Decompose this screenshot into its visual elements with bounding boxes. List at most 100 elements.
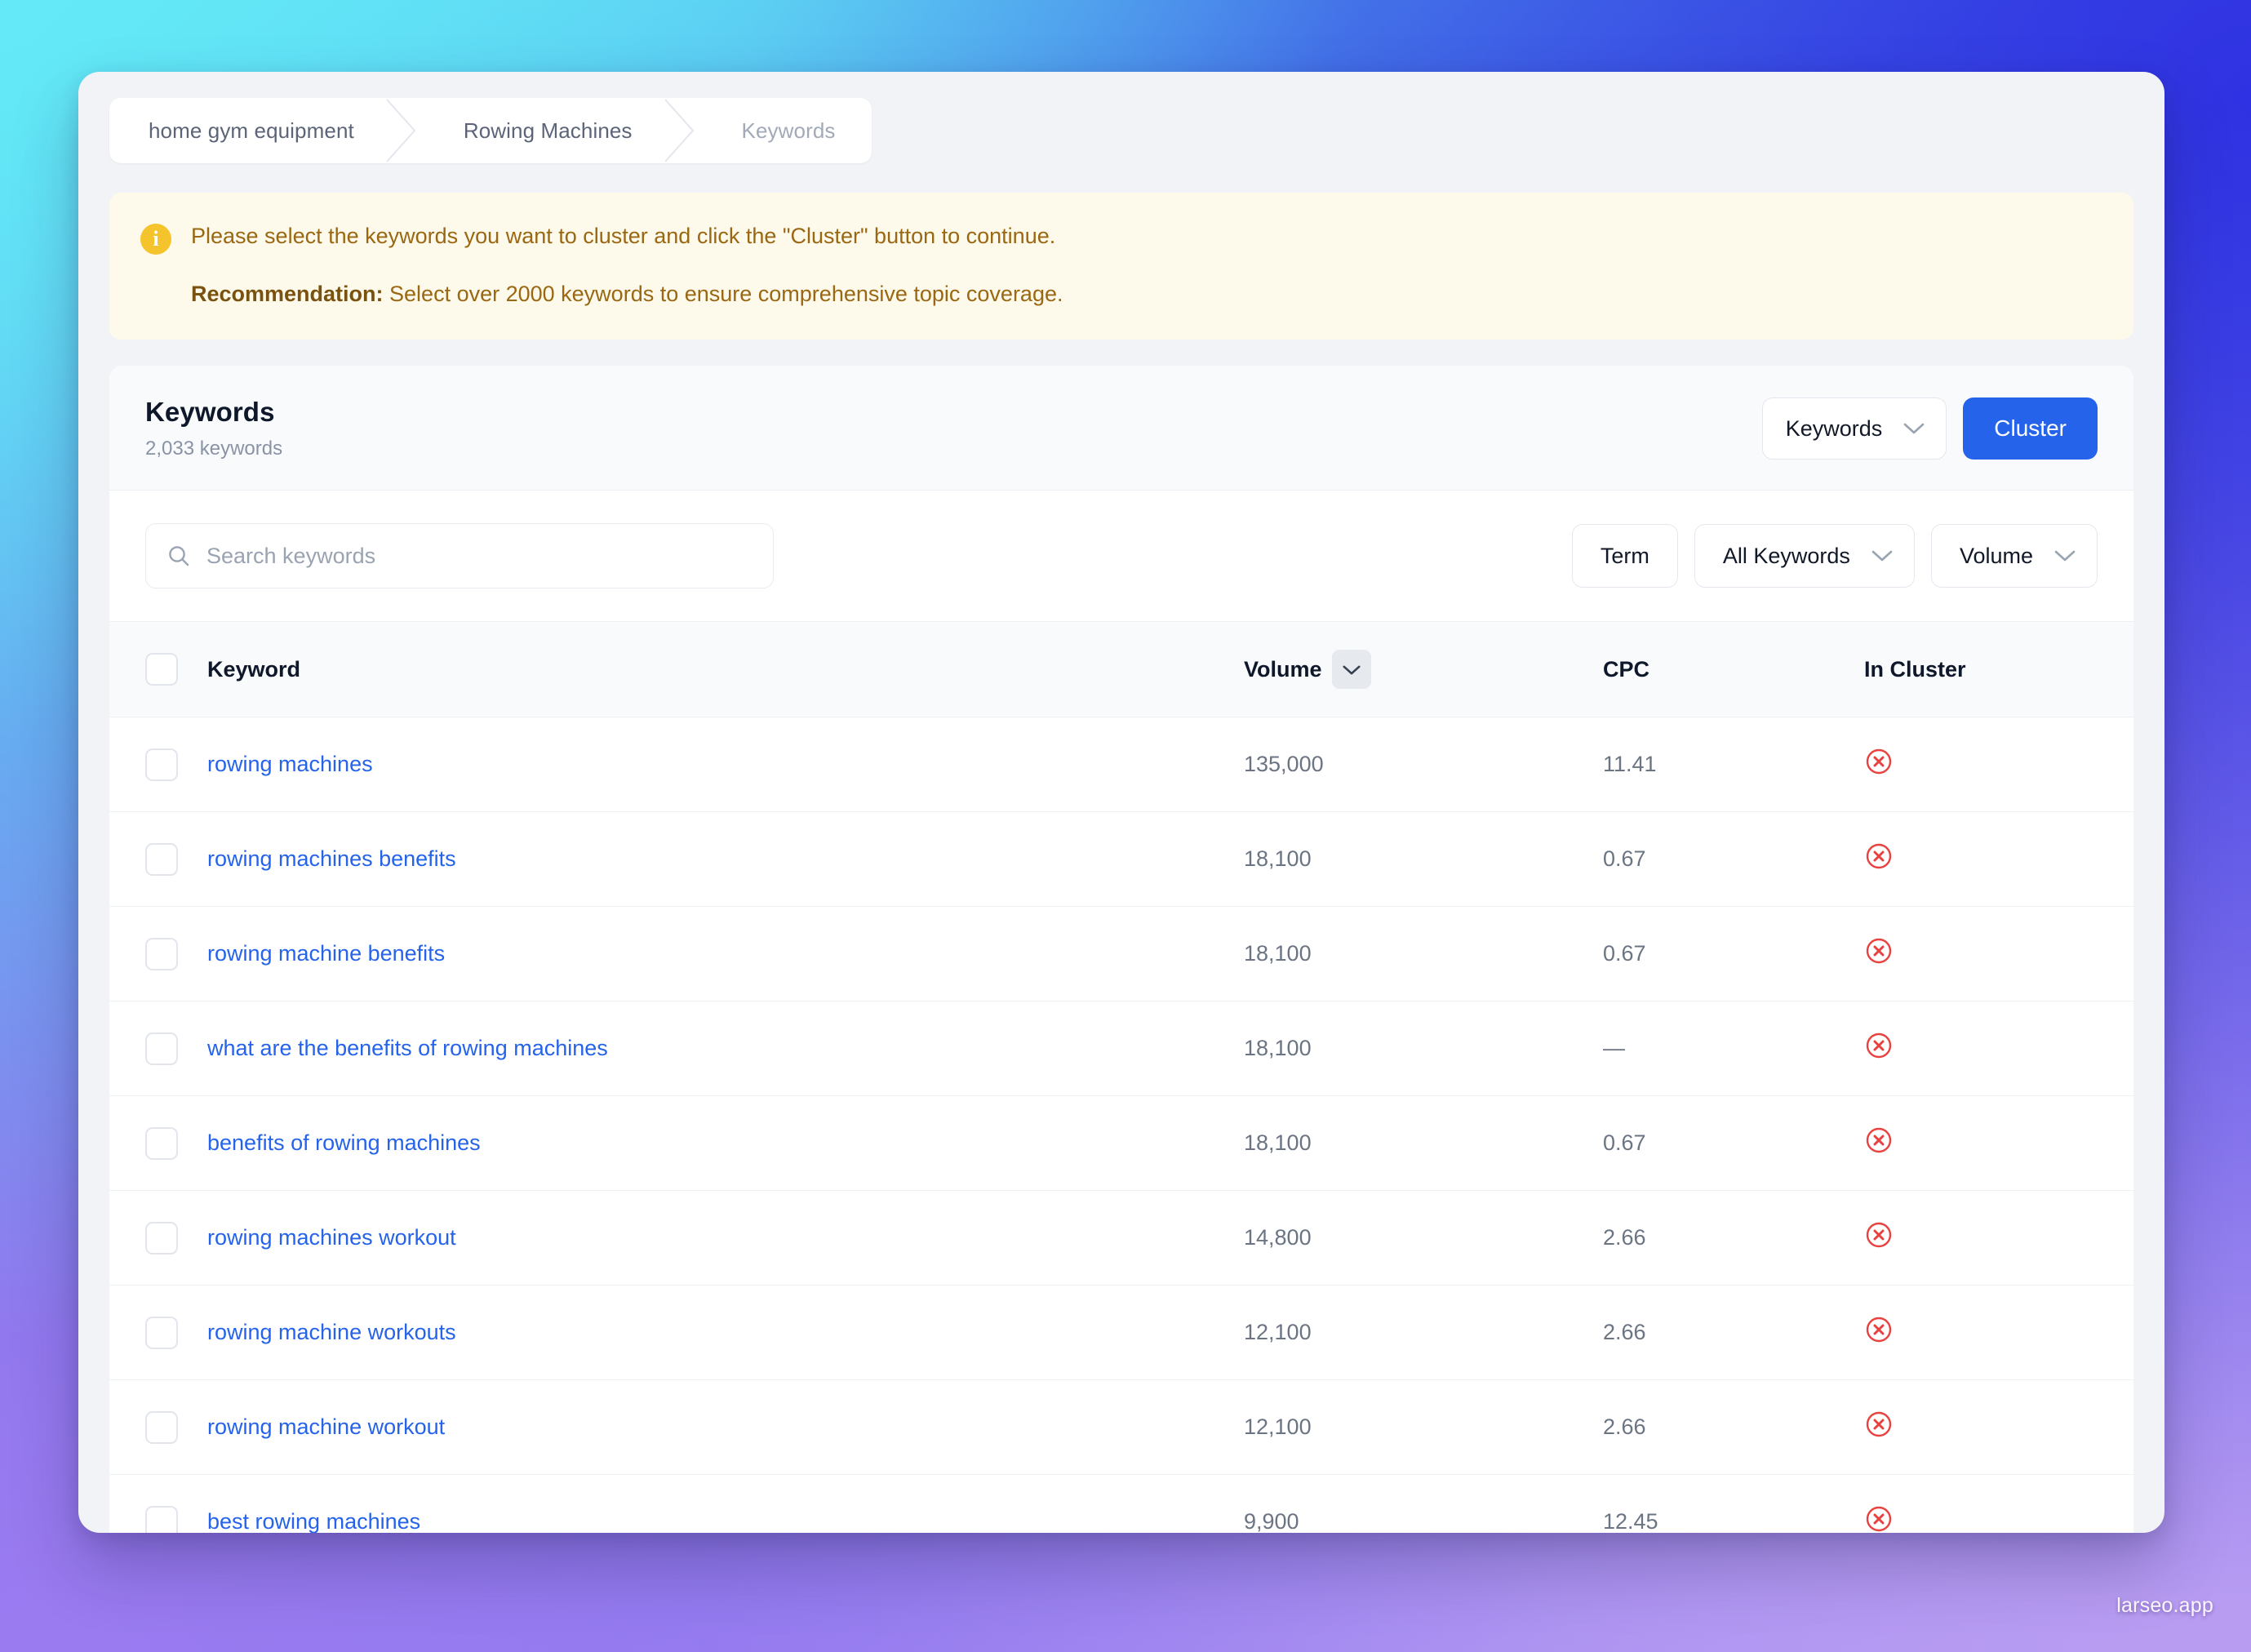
- row-select-cell: [109, 717, 207, 813]
- keyword-link[interactable]: benefits of rowing machines: [207, 1130, 481, 1155]
- volume-cell: 135,000: [1244, 717, 1603, 813]
- volume-cell: 18,100: [1244, 1001, 1603, 1097]
- table-row[interactable]: rowing machine workout 12,100 2.66: [109, 1379, 2133, 1476]
- table-row[interactable]: rowing machine benefits 18,100 0.67: [109, 906, 2133, 1002]
- row-checkbox[interactable]: [145, 1316, 178, 1349]
- in-cluster-cell: [1864, 811, 2133, 908]
- column-header-keyword[interactable]: Keyword: [207, 622, 1244, 718]
- search-input[interactable]: [145, 523, 774, 589]
- in-cluster-cell: [1864, 906, 2133, 1002]
- search-icon: [166, 544, 191, 568]
- select-all-header: [109, 622, 207, 718]
- alert-recommendation-label: Recommendation:: [191, 282, 384, 307]
- row-select-cell: [109, 1001, 207, 1097]
- volume-cell: 18,100: [1244, 811, 1603, 908]
- alert-body: Please select the keywords you want to c…: [191, 220, 1063, 309]
- term-button[interactable]: Term: [1571, 524, 1678, 588]
- watermark: larseo.app: [2116, 1594, 2213, 1617]
- table-row[interactable]: what are the benefits of rowing machines…: [109, 1001, 2133, 1097]
- in-cluster-cell: [1864, 1001, 2133, 1097]
- keyword-link[interactable]: what are the benefits of rowing machines: [207, 1036, 608, 1060]
- table-row[interactable]: rowing machines workout 14,800 2.66: [109, 1190, 2133, 1286]
- page-title: Keywords: [145, 397, 275, 428]
- row-select-cell: [109, 1379, 207, 1476]
- row-select-cell: [109, 906, 207, 1002]
- keywords-panel: Keywords 2,033 keywords Keywords Cluster: [109, 366, 2133, 1533]
- cpc-cell: 11.41: [1603, 717, 1864, 813]
- not-in-cluster-icon[interactable]: [1864, 1126, 1894, 1155]
- breadcrumb-wrap: home gym equipment Rowing Machines Keyword…: [78, 72, 2164, 163]
- chevron-down-icon: [2054, 549, 2076, 562]
- row-checkbox[interactable]: [145, 842, 178, 876]
- sort-select-label: Volume: [1959, 543, 2033, 568]
- scope-select-label: All Keywords: [1722, 543, 1850, 568]
- sort-select[interactable]: Volume: [1930, 524, 2098, 588]
- row-checkbox[interactable]: [145, 748, 178, 781]
- volume-sort-group[interactable]: Volume: [1244, 650, 1371, 690]
- keyword-link[interactable]: rowing machine workout: [207, 1414, 445, 1439]
- table-body: rowing machines 135,000 11.41 rowing machin…: [109, 717, 2133, 1533]
- panel-header-actions: Keywords Cluster: [1761, 397, 2098, 460]
- not-in-cluster-icon[interactable]: [1864, 1410, 1894, 1439]
- in-cluster-cell: [1864, 717, 2133, 813]
- in-cluster-cell: [1864, 1379, 2133, 1476]
- row-checkbox[interactable]: [145, 1505, 178, 1533]
- table-header: Keyword Volume CPC In Cluster: [109, 622, 2133, 718]
- column-header-in-cluster: In Cluster: [1864, 622, 2133, 718]
- row-checkbox[interactable]: [145, 1221, 178, 1255]
- column-header-cpc[interactable]: CPC: [1603, 622, 1864, 718]
- keyword-cell: benefits of rowing machines: [207, 1095, 1244, 1192]
- table-row[interactable]: rowing machines benefits 18,100 0.67: [109, 811, 2133, 908]
- not-in-cluster-icon[interactable]: [1864, 842, 1894, 871]
- in-cluster-cell: [1864, 1285, 2133, 1381]
- keyword-link[interactable]: rowing machines: [207, 752, 373, 776]
- sort-descending-icon[interactable]: [1331, 650, 1371, 690]
- breadcrumb-item-0[interactable]: home gym equipment: [109, 98, 390, 163]
- info-alert: i Please select the keywords you want to…: [109, 193, 2133, 340]
- row-checkbox[interactable]: [145, 937, 178, 970]
- volume-cell: 12,100: [1244, 1285, 1603, 1381]
- panel-header-titles: Keywords 2,033 keywords: [145, 397, 282, 460]
- row-checkbox[interactable]: [145, 1032, 178, 1065]
- panel-header: Keywords 2,033 keywords Keywords Cluster: [109, 366, 2133, 491]
- not-in-cluster-icon[interactable]: [1864, 1031, 1894, 1060]
- filter-row: Term All Keywords Volume: [109, 491, 2133, 623]
- keyword-link[interactable]: rowing machines workout: [207, 1225, 456, 1250]
- table-row[interactable]: best rowing machines 9,900 12.45: [109, 1474, 2133, 1533]
- keyword-cell: what are the benefits of rowing machines: [207, 1001, 1244, 1097]
- scope-select[interactable]: All Keywords: [1694, 524, 1915, 588]
- view-select[interactable]: Keywords: [1761, 397, 1947, 460]
- keyword-link[interactable]: best rowing machines: [207, 1509, 420, 1533]
- cpc-cell: 0.67: [1603, 1095, 1864, 1192]
- search-box: [145, 523, 774, 589]
- cpc-cell: 0.67: [1603, 811, 1864, 908]
- row-select-cell: [109, 1095, 207, 1192]
- info-icon: i: [140, 224, 171, 255]
- breadcrumb-separator-icon: [386, 98, 428, 163]
- breadcrumb-separator-icon: [664, 98, 706, 163]
- keyword-cell: best rowing machines: [207, 1474, 1244, 1533]
- not-in-cluster-icon[interactable]: [1864, 1220, 1894, 1250]
- not-in-cluster-icon[interactable]: [1864, 1504, 1894, 1533]
- not-in-cluster-icon[interactable]: [1864, 936, 1894, 966]
- row-select-cell: [109, 1285, 207, 1381]
- keyword-cell: rowing machine workouts: [207, 1285, 1244, 1381]
- breadcrumb-item-1[interactable]: Rowing Machines: [428, 98, 668, 163]
- cluster-button[interactable]: Cluster: [1963, 397, 2098, 460]
- table-row[interactable]: benefits of rowing machines 18,100 0.67: [109, 1095, 2133, 1192]
- keyword-cell: rowing machines workout: [207, 1190, 1244, 1286]
- keyword-link[interactable]: rowing machines benefits: [207, 846, 456, 871]
- volume-cell: 18,100: [1244, 1095, 1603, 1192]
- row-checkbox[interactable]: [145, 1410, 178, 1444]
- alert-recommendation-text: Select over 2000 keywords to ensure comp…: [383, 282, 1063, 307]
- row-checkbox[interactable]: [145, 1126, 178, 1160]
- not-in-cluster-icon[interactable]: [1864, 747, 1894, 776]
- keyword-link[interactable]: rowing machine benefits: [207, 941, 445, 966]
- select-all-checkbox[interactable]: [145, 653, 178, 686]
- table-row[interactable]: rowing machines 135,000 11.41: [109, 717, 2133, 813]
- keyword-link[interactable]: rowing machine workouts: [207, 1320, 456, 1344]
- table-row[interactable]: rowing machine workouts 12,100 2.66: [109, 1285, 2133, 1381]
- volume-cell: 14,800: [1244, 1190, 1603, 1286]
- not-in-cluster-icon[interactable]: [1864, 1315, 1894, 1344]
- volume-cell: 12,100: [1244, 1379, 1603, 1476]
